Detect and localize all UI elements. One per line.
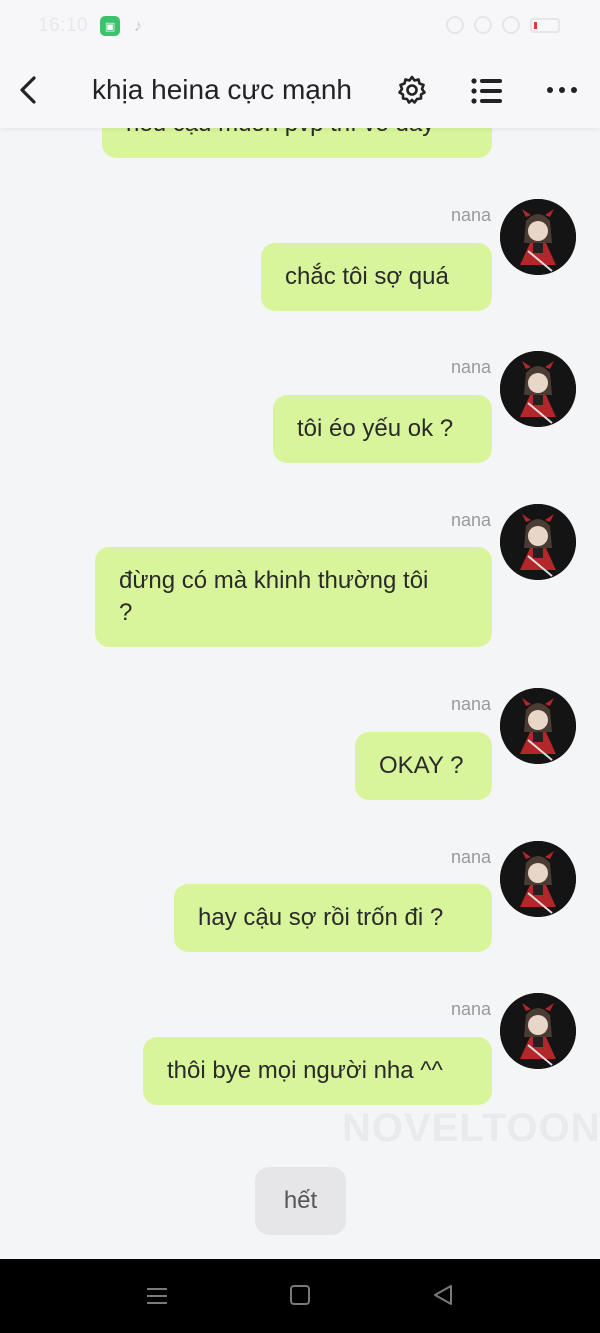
character-avatar-icon <box>500 199 576 275</box>
message-text: thôi bye mọi người nha ^^ <box>167 1057 443 1084</box>
sender-name: nana <box>450 847 491 867</box>
message-bubble: đừng có mà khinh thường tôi ? <box>95 547 492 647</box>
gear-icon[interactable] <box>396 74 428 106</box>
message-text: tôi éo yếu ok ? <box>297 415 454 442</box>
wifi-icon <box>502 16 520 34</box>
avatar <box>500 993 576 1069</box>
system-nav-bar <box>0 1259 600 1333</box>
back-arrow-icon[interactable] <box>14 72 46 108</box>
battery-icon <box>530 17 560 33</box>
home-icon[interactable] <box>290 1285 310 1305</box>
alarm-icon <box>446 16 464 34</box>
avatar <box>500 841 576 917</box>
character-avatar-icon <box>500 504 576 580</box>
message-text: đừng có mà khinh thường tôi ? <box>119 567 429 626</box>
message-bubble: hay cậu sợ rồi trốn đi ? <box>174 884 492 952</box>
sender-name: nana <box>450 205 491 225</box>
page-title: khịa heina cực mạnh <box>92 74 352 105</box>
status-bar: 16:10 ▣ ♪ <box>0 0 600 52</box>
message-bubble: tôi éo yếu ok ? <box>273 395 492 463</box>
message-text: chắc tôi sợ quá <box>285 263 449 290</box>
message-bubble: thôi bye mọi người nha ^^ <box>143 1037 492 1105</box>
sender-name: nana <box>450 694 491 714</box>
chapter-list-icon[interactable] <box>470 76 504 106</box>
nav-back-icon[interactable] <box>432 1284 454 1306</box>
tiktok-icon: ♪ <box>133 16 143 35</box>
avatar <box>500 504 576 580</box>
more-options-icon[interactable] <box>544 78 580 102</box>
character-avatar-icon <box>500 993 576 1069</box>
character-avatar-icon <box>500 351 576 427</box>
character-avatar-icon <box>500 688 576 764</box>
recent-apps-icon[interactable] <box>146 1285 168 1307</box>
status-time: 16:10 <box>38 15 89 36</box>
status-indicators <box>446 16 560 34</box>
avatar <box>500 351 576 427</box>
character-avatar-icon <box>500 841 576 917</box>
watermark: NOVELTOON <box>342 1106 600 1150</box>
avatar <box>500 688 576 764</box>
vibrate-icon <box>474 16 492 34</box>
message-bubble: chắc tôi sợ quá <box>261 243 492 311</box>
sender-name: nana <box>450 510 491 530</box>
sender-name: nana <box>450 999 491 1019</box>
avatar <box>500 199 576 275</box>
app-notification-icon: ▣ <box>100 16 121 36</box>
message-text: hay cậu sợ rồi trốn đi ? <box>198 904 444 931</box>
end-label: hết <box>255 1167 346 1235</box>
message-bubble: OKAY ? <box>355 732 492 800</box>
message-text: OKAY ? <box>379 752 464 779</box>
chat-header: khịa heina cực mạnh <box>0 52 600 128</box>
sender-name: nana <box>450 357 491 377</box>
